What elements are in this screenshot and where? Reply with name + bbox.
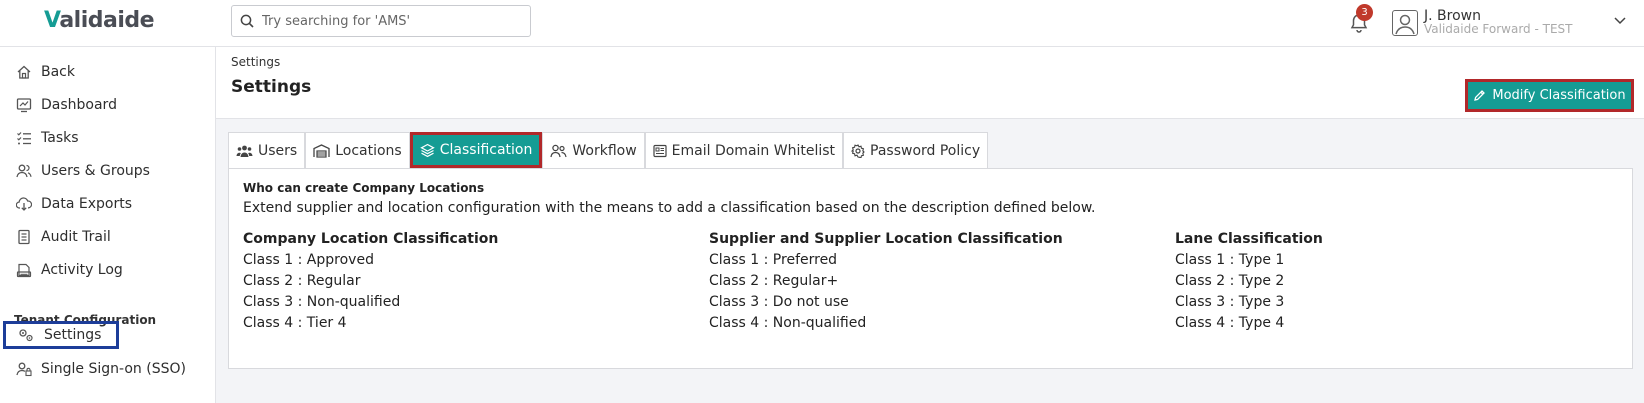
tab-label: Classification <box>439 142 533 158</box>
list-icon <box>653 144 667 157</box>
tab-label: Users <box>258 142 298 159</box>
classification-item: Class 3 : Non-qualified <box>243 294 401 310</box>
classification-item: Class 4 : Non-qualified <box>709 315 867 331</box>
sidebar-item-label: Users & Groups <box>41 163 150 179</box>
tab-label: Workflow <box>572 142 637 159</box>
classification-item: Class 1 : Type 1 <box>1175 252 1285 268</box>
sidebar-item-label: Tasks <box>41 130 79 146</box>
user-organization: Validaide Forward - TEST <box>1424 22 1573 36</box>
warehouse-icon <box>313 143 330 158</box>
classification-item: Class 3 : Type 3 <box>1175 294 1285 310</box>
tab-label: Password Policy <box>870 142 981 159</box>
logo-text: alidaide <box>59 8 155 33</box>
activity-icon <box>16 263 32 278</box>
classification-item: Class 1 : Approved <box>243 252 374 268</box>
tab-locations[interactable]: Locations <box>305 132 410 168</box>
classification-item: Class 3 : Do not use <box>709 294 849 310</box>
layers-icon <box>419 143 435 157</box>
validaide-logo[interactable]: Validaide <box>44 8 155 33</box>
gear-icon <box>851 143 865 158</box>
chevron-down-icon[interactable] <box>1613 16 1627 26</box>
tab-label: Email Domain Whitelist <box>671 142 836 159</box>
page-header <box>216 47 1644 119</box>
company-location-classification: Company Location Classification Class 1 … <box>243 231 683 336</box>
sidebar-item-label: Activity Log <box>41 262 123 278</box>
pencil-icon <box>1474 90 1486 101</box>
audit-icon <box>18 229 30 245</box>
sidebar-item-settings[interactable]: Settings <box>3 321 119 349</box>
column-title: Lane Classification <box>1175 231 1323 247</box>
sidebar-item-data-exports[interactable]: Data Exports <box>0 188 216 220</box>
modify-classification-button[interactable]: Modify Classification <box>1465 79 1634 112</box>
sidebar-item-label: Data Exports <box>41 196 132 212</box>
classification-item: Class 2 : Regular <box>243 273 361 289</box>
download-icon <box>16 197 32 211</box>
sidebar: Back Dashboard Tasks Users & Groups Data… <box>0 47 216 403</box>
column-title: Supplier and Supplier Location Classific… <box>709 231 1063 247</box>
classification-item: Class 2 : Type 2 <box>1175 273 1285 289</box>
home-icon <box>17 65 31 79</box>
avatar[interactable] <box>1392 10 1418 36</box>
sidebar-item-label: Audit Trail <box>41 229 111 245</box>
search-box[interactable] <box>231 5 531 37</box>
supplier-location-classification: Supplier and Supplier Location Classific… <box>709 231 1149 336</box>
tab-password-policy[interactable]: Password Policy <box>843 132 989 168</box>
tab-users[interactable]: Users <box>228 132 306 168</box>
sidebar-item-label: Back <box>41 64 75 80</box>
breadcrumb[interactable]: Settings <box>231 55 280 69</box>
logo-mark: V <box>44 8 60 33</box>
sidebar-item-label: Dashboard <box>41 97 117 113</box>
users-icon <box>16 164 32 178</box>
sidebar-item-label: Settings <box>44 327 102 343</box>
page-title: Settings <box>231 77 312 97</box>
sidebar-item-dashboard[interactable]: Dashboard <box>0 89 216 121</box>
user-lock-icon <box>16 362 32 377</box>
tab-classification[interactable]: Classification <box>409 132 543 168</box>
sidebar-item-tasks[interactable]: Tasks <box>0 122 216 154</box>
search-icon <box>240 14 254 28</box>
top-bar: Validaide 3 J. Brown Validaide Forward -… <box>0 0 1644 47</box>
panel-heading: Who can create Company Locations <box>243 181 485 195</box>
users-icon <box>236 145 253 157</box>
classification-panel: Who can create Company Locations Extend … <box>228 168 1633 369</box>
column-title: Company Location Classification <box>243 231 499 247</box>
classification-item: Class 1 : Preferred <box>709 252 838 268</box>
classification-item: Class 2 : Regular+ <box>709 273 839 289</box>
user-flow-icon <box>550 144 567 157</box>
panel-description: Extend supplier and location configurati… <box>243 200 1096 216</box>
tab-label: Locations <box>335 142 402 159</box>
user-avatar-icon <box>1395 14 1415 35</box>
modify-classification-label: Modify Classification <box>1492 88 1626 103</box>
settings-tabs: Users Locations Classification Workflow … <box>228 132 989 168</box>
tab-workflow[interactable]: Workflow <box>542 132 645 168</box>
search-input[interactable] <box>262 13 512 29</box>
sidebar-item-label: Single Sign-on (SSO) <box>41 361 186 377</box>
notification-badge: 3 <box>1356 4 1373 21</box>
tasks-icon <box>17 132 31 145</box>
dashboard-icon <box>16 98 32 113</box>
sidebar-item-sso[interactable]: Single Sign-on (SSO) <box>0 353 216 385</box>
sidebar-item-activity-log[interactable]: Activity Log <box>0 254 216 286</box>
tab-email-domain-whitelist[interactable]: Email Domain Whitelist <box>644 132 844 168</box>
classification-item: Class 4 : Type 4 <box>1175 315 1285 331</box>
sidebar-item-audit-trail[interactable]: Audit Trail <box>0 221 216 253</box>
sidebar-item-back[interactable]: Back <box>0 56 216 88</box>
sidebar-item-users-groups[interactable]: Users & Groups <box>0 155 216 187</box>
lane-classification: Lane Classification Class 1 : Type 1 Cla… <box>1175 231 1615 336</box>
gears-icon <box>19 329 33 342</box>
classification-item: Class 4 : Tier 4 <box>243 315 347 331</box>
